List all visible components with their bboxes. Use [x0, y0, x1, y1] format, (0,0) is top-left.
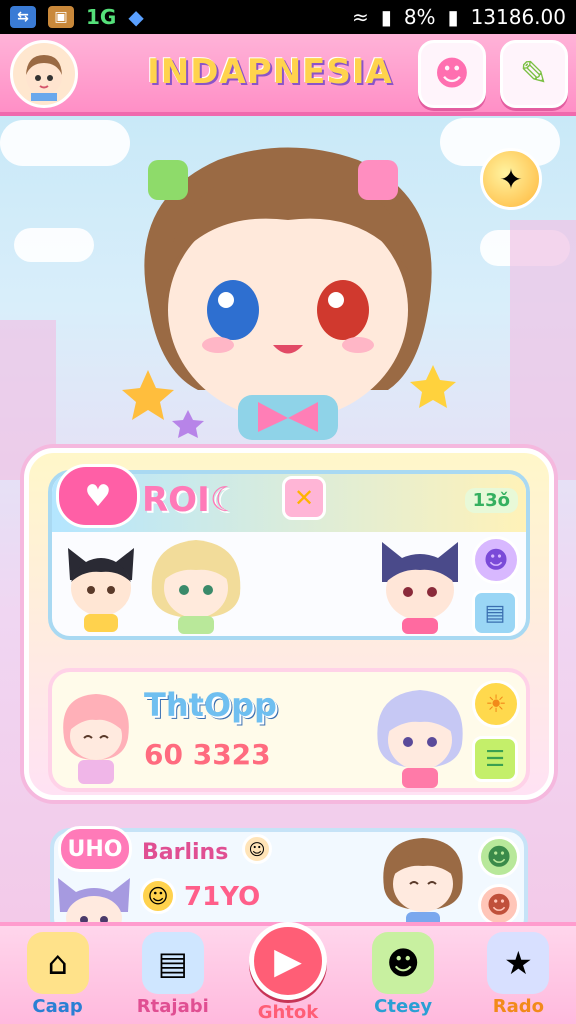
app-notification-icon: ⇆ [10, 6, 36, 28]
wifi-icon: ≈ [352, 5, 369, 29]
monster-icon: ☻ [372, 932, 435, 994]
clock: 13186.00 [470, 5, 566, 29]
sun-badge[interactable]: ☀ [472, 680, 520, 728]
cloud-decoration [0, 120, 130, 166]
book-icon: ▤ [141, 932, 204, 994]
blonde-girl-icon [151, 540, 241, 634]
player-portrait [58, 688, 134, 784]
star-box-icon: ★ [487, 932, 550, 994]
girl-face-icon: ☻ [486, 891, 512, 919]
roll-panel-title: ROI☾ [142, 480, 241, 520]
character-card[interactable] [374, 536, 466, 634]
nav-label: Rtajabi [136, 996, 209, 1017]
brown-hair-girl-icon [383, 838, 463, 932]
menu-badge[interactable]: ☰ [472, 736, 518, 782]
close-icon: ✕ [293, 484, 315, 512]
bottom-panel-value: 71YO [184, 882, 261, 912]
purple-cat-girl-icon [382, 542, 458, 634]
player-avatar[interactable] [10, 40, 78, 108]
black-cat-girl-icon [68, 548, 134, 632]
play-icon: ▶ [248, 922, 327, 1000]
panel-portrait [378, 832, 468, 932]
coin-badge: ☺ [140, 878, 176, 914]
battery-percent: 8% [403, 5, 436, 29]
nav-label: Rado [492, 996, 544, 1017]
nav-label: Ghtok [257, 1002, 319, 1023]
game-notification-icon: ▣ [48, 6, 74, 28]
bottom-panel-title: Barlins [142, 840, 229, 865]
lavender-girl-icon [377, 690, 463, 788]
sun-icon: ☀ [485, 690, 507, 718]
bottom-navigation: ⌂ Caap ▤ Rtajabi ▶ Ghtok ☻ Cteey ★ Rado [0, 922, 576, 1024]
status-bar: ⇆ ▣ 1G ◆ ≈ ▮ 8% ▮ 13186.00 [0, 0, 576, 34]
castle-tower [510, 220, 576, 480]
top-player-score: 60 3323 [144, 738, 271, 771]
character-card[interactable] [148, 534, 244, 634]
face-bubble-icon: ☻ [434, 54, 470, 94]
card-icon: ▤ [484, 600, 506, 626]
house-icon: ⌂ [26, 932, 89, 994]
pencil-icon: ✎ [519, 54, 549, 94]
network-indicator: 1G [86, 5, 117, 29]
character-card[interactable] [62, 540, 140, 632]
top-header: INDAPNESIA ☻ ✎ [0, 34, 576, 116]
smile-icon: ☺ [248, 839, 266, 859]
panel-badge: UHO [58, 826, 132, 872]
lightbulb-icon: ✦ [499, 162, 523, 196]
coin-face-icon: ☺ [147, 884, 169, 908]
heart-badge: ♥ [56, 464, 140, 528]
top-player-panel[interactable]: ThtOpp 60 3323 ☀ ☰ [48, 668, 530, 792]
nav-label: Caap [32, 996, 83, 1017]
info-badge[interactable]: ▤ [472, 590, 518, 636]
emote-badge: ☺ [242, 834, 272, 864]
nav-label: Cteey [374, 996, 433, 1017]
roll-panel[interactable]: ♥ ROI☾ ✕ 13ǒ ☻ ▤ [48, 464, 530, 640]
heart-face-icon: ♥ [84, 478, 112, 514]
hero-character[interactable] [118, 140, 458, 440]
avatar-face-icon [26, 55, 62, 101]
pink-hair-boy-icon [63, 694, 129, 784]
friend-badge[interactable]: ☻ [478, 884, 520, 926]
cloud-decoration [14, 228, 94, 262]
top-player-title: ThtOpp [144, 686, 277, 724]
bush-face-icon: ☻ [486, 843, 512, 871]
nav-creature[interactable]: ☻ Cteey [353, 932, 453, 1017]
edit-button[interactable]: ✎ [500, 40, 568, 108]
game-title: INDAPNESIA [147, 52, 393, 92]
character-illustration [122, 147, 456, 440]
nav-book[interactable]: ▤ Rtajabi [123, 932, 223, 1017]
purple-pet-badge[interactable]: ☻ [472, 536, 520, 584]
nav-play[interactable]: ▶ Ghtok [238, 922, 338, 1023]
chat-button[interactable]: ☻ [418, 40, 486, 108]
battery-icon: ▮ [447, 5, 459, 29]
rival-portrait [372, 684, 468, 788]
pet-icon: ☻ [483, 546, 509, 574]
list-icon: ☰ [485, 746, 505, 772]
leaf-badge[interactable]: ☻ [478, 836, 520, 878]
shield-icon: ◆ [128, 5, 144, 29]
nav-radio[interactable]: ★ Rado [468, 932, 568, 1017]
nav-camp[interactable]: ⌂ Caap [8, 932, 108, 1017]
signal-icon: ▮ [380, 5, 392, 29]
hint-bulb-button[interactable]: ✦ [480, 148, 542, 210]
close-button[interactable]: ✕ [282, 476, 326, 520]
roll-panel-tag: 13ǒ [464, 488, 518, 513]
